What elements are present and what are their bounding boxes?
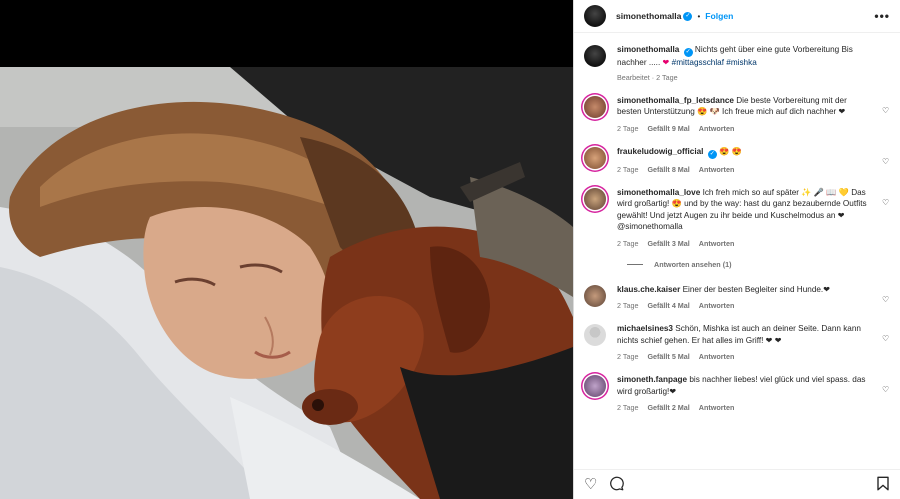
caption-username[interactable]: simonethomalla: [617, 45, 679, 54]
caption-hashtags[interactable]: #mittagsschlaf #mishka: [669, 58, 757, 67]
comments-list[interactable]: simonethomalla ✓ Nichts geht über eine g…: [574, 44, 900, 469]
reply-button[interactable]: Antworten: [699, 403, 735, 412]
comment-item: simonethomalla_fp_letsdance Die beste Vo…: [584, 95, 890, 133]
comment-item: fraukeludowig_official ✓ 😍 😍 2 Tage Gefäl…: [584, 146, 890, 174]
post-actions-bar: ♡: [574, 469, 900, 499]
comment-item: klaus.che.kaiser Einer der besten Beglei…: [584, 284, 890, 310]
post-header: simonethomalla ✓ • Folgen •••: [574, 0, 900, 33]
view-replies-button[interactable]: Antworten ansehen (1): [627, 260, 890, 269]
comment-likes[interactable]: Gefällt 3 Mal: [647, 239, 689, 248]
more-options-icon[interactable]: •••: [874, 9, 890, 23]
caption-avatar[interactable]: [584, 45, 606, 67]
comment-avatar[interactable]: [584, 375, 606, 397]
replies-divider: [627, 263, 643, 265]
comment-avatar[interactable]: [584, 187, 606, 210]
comment-username[interactable]: simonethomalla_love: [617, 188, 700, 197]
comment-age: 2 Tage: [617, 164, 639, 174]
reply-button[interactable]: Antworten: [699, 352, 735, 361]
reply-button[interactable]: Antworten: [699, 301, 735, 310]
like-comment-icon[interactable]: ♡: [882, 157, 890, 166]
author-username[interactable]: simonethomalla: [616, 11, 681, 21]
comment-avatar[interactable]: [584, 95, 606, 118]
like-comment-icon[interactable]: ♡: [882, 295, 890, 304]
photo-illustration: [0, 67, 573, 499]
verified-badge-icon: ✓: [707, 149, 717, 159]
reply-button[interactable]: Antworten: [699, 165, 735, 174]
instagram-post-modal: simonethomalla ✓ • Folgen ••• simonethom…: [0, 0, 900, 499]
post-caption: simonethomalla ✓ Nichts geht über eine g…: [584, 44, 890, 82]
default-avatar-icon[interactable]: [584, 324, 606, 346]
comment-username[interactable]: simonethomalla_fp_letsdance: [617, 96, 734, 105]
comment-text: 😍 😍: [719, 146, 742, 156]
comment-username[interactable]: michaelsines3: [617, 324, 673, 333]
like-comment-icon[interactable]: ♡: [882, 198, 890, 207]
like-comment-icon[interactable]: ♡: [882, 334, 890, 343]
comment-item: michaelsines3 Schön, Mishka ist auch an …: [584, 323, 890, 361]
reply-button[interactable]: Antworten: [699, 124, 735, 133]
verified-badge-icon: ✓: [683, 11, 693, 21]
comment-age: 2 Tage: [617, 352, 639, 361]
bookmark-icon[interactable]: [876, 476, 890, 494]
comment-age: 2 Tage: [617, 403, 639, 412]
comment-text: Einer der besten Begleiter sind Hunde.❤: [682, 284, 831, 294]
comment-likes[interactable]: Gefällt 8 Mal: [647, 165, 689, 174]
comment-username[interactable]: simoneth.fanpage: [617, 375, 687, 384]
post-side-panel: simonethomalla ✓ • Folgen ••• simonethom…: [573, 0, 900, 499]
comment-age: 2 Tage: [617, 123, 639, 133]
comment-avatar[interactable]: [584, 146, 606, 169]
like-comment-icon[interactable]: ♡: [882, 106, 890, 115]
like-comment-icon[interactable]: ♡: [882, 385, 890, 394]
comment-username[interactable]: fraukeludowig_official: [617, 147, 703, 156]
comment-username[interactable]: klaus.che.kaiser: [617, 285, 680, 294]
comment-bubble-icon[interactable]: [609, 476, 625, 494]
view-replies-label: Antworten ansehen (1): [654, 259, 732, 269]
comment-item: simoneth.fanpage bis nachher liebes! vie…: [584, 374, 890, 412]
comment-likes[interactable]: Gefällt 4 Mal: [647, 301, 689, 310]
comment-likes[interactable]: Gefällt 2 Mal: [647, 403, 689, 412]
edited-label: Bearbeitet · 2 Tage: [617, 72, 678, 82]
follow-button[interactable]: Folgen: [705, 11, 733, 21]
comment-age: 2 Tage: [617, 301, 639, 310]
separator-dot: •: [697, 11, 701, 21]
comment-likes[interactable]: Gefällt 5 Mal: [647, 352, 689, 361]
post-media: [0, 0, 573, 499]
post-photo[interactable]: [0, 67, 573, 499]
comment-age: 2 Tage: [617, 238, 639, 248]
author-avatar[interactable]: [584, 5, 606, 27]
verified-badge-icon: ✓: [683, 48, 693, 57]
comment-avatar[interactable]: [584, 284, 606, 307]
comment-item: simonethomalla_love Ich freh mich so auf…: [584, 187, 890, 248]
comment-likes[interactable]: Gefällt 9 Mal: [647, 124, 689, 133]
like-heart-icon[interactable]: ♡: [584, 477, 597, 492]
reply-button[interactable]: Antworten: [699, 239, 735, 248]
